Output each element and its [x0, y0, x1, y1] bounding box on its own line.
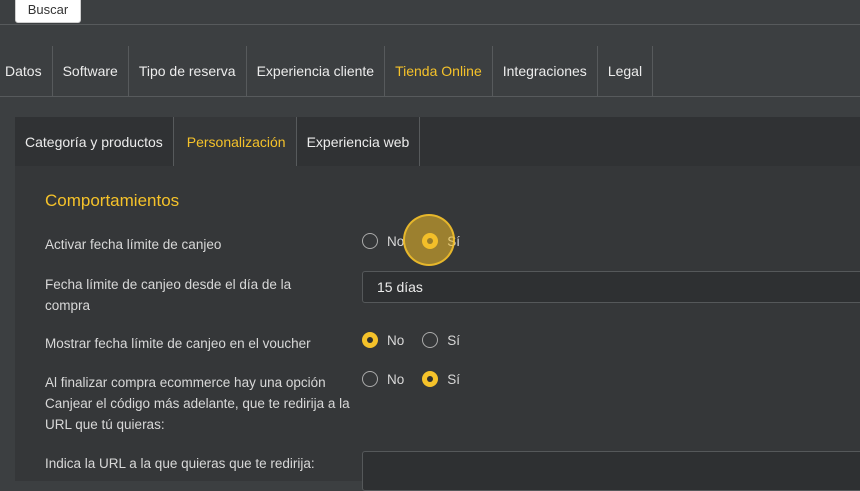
days-input[interactable]: 15 días	[362, 271, 860, 303]
tab-categoria-y-productos[interactable]: Categoría y productos	[15, 117, 174, 166]
radio-option-si[interactable]: Sí	[422, 371, 460, 387]
radio-group-canjear-mas-adelante: No Sí	[362, 371, 478, 387]
tab-software[interactable]: Software	[53, 46, 129, 96]
radio-option-no[interactable]: No	[362, 371, 404, 387]
radio-option-si[interactable]: Sí	[422, 233, 460, 249]
radio-label: No	[387, 332, 405, 348]
field-label-fecha-limite-dias: Fecha límite de canjeo desde el día de l…	[45, 277, 292, 313]
top-bar: Buscar	[0, 0, 860, 25]
radio-option-no[interactable]: No	[362, 233, 404, 249]
radio-label: Sí	[447, 233, 461, 249]
radio-option-no[interactable]: No	[362, 332, 404, 348]
main-tabs: Datos Software Tipo de reserva Experienc…	[0, 46, 860, 97]
tab-experiencia-web[interactable]: Experiencia web	[297, 117, 421, 166]
sub-tabs: Categoría y productos Personalización Ex…	[15, 117, 860, 166]
radio-group-mostrar-voucher: No Sí	[362, 332, 478, 348]
radio-group-activar-fecha-limite: No Sí	[362, 233, 478, 249]
radio-circle-selected	[362, 332, 378, 348]
radio-label: Sí	[447, 371, 461, 387]
tab-personalizacion[interactable]: Personalización	[173, 117, 297, 166]
search-button[interactable]: Buscar	[15, 0, 81, 23]
tab-experiencia-cliente[interactable]: Experiencia cliente	[247, 46, 386, 96]
field-label-url-redireccion: Indica la URL a la que quieras que te re…	[45, 456, 315, 471]
radio-label: Sí	[447, 332, 461, 348]
section-title: Comportamientos	[45, 191, 180, 210]
field-label-activar-fecha-limite: Activar fecha límite de canjeo	[45, 237, 222, 252]
tab-integraciones[interactable]: Integraciones	[493, 46, 598, 96]
settings-panel: Categoría y productos Personalización Ex…	[15, 117, 860, 491]
tab-tienda-online[interactable]: Tienda Online	[385, 46, 493, 96]
tab-legal[interactable]: Legal	[598, 46, 654, 96]
radio-label: No	[387, 233, 405, 249]
redirect-url-input[interactable]	[362, 451, 860, 491]
radio-circle	[362, 233, 378, 249]
radio-circle-selected	[422, 371, 439, 387]
field-label-canjear-mas-adelante: Al finalizar compra ecommerce hay una op…	[45, 375, 350, 432]
field-label-mostrar-voucher: Mostrar fecha límite de canjeo en el vou…	[45, 336, 311, 351]
tab-tipo-de-reserva[interactable]: Tipo de reserva	[129, 46, 247, 96]
radio-label: No	[387, 371, 405, 387]
tab-datos[interactable]: Datos	[0, 46, 53, 96]
radio-option-si[interactable]: Sí	[422, 332, 460, 348]
radio-circle-selected	[422, 233, 439, 249]
radio-circle	[362, 371, 378, 387]
radio-circle	[422, 332, 439, 348]
